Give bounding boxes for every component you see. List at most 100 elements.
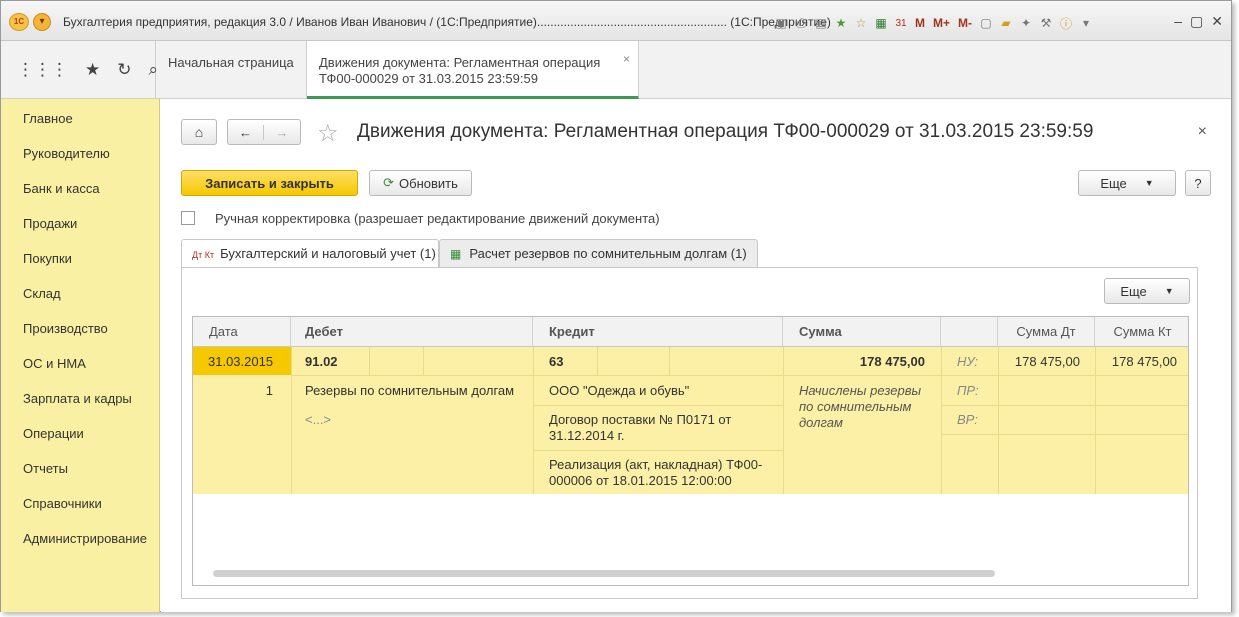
page-title: Движения документа: Регламентная операци…	[357, 121, 1094, 142]
table-header: Дата Дебет Кредит Сумма Сумма Дт Сумма К…	[193, 317, 1188, 347]
manual-correction-label: Ручная корректировка (разрешает редактир…	[215, 211, 660, 226]
folder-icon[interactable]: ▰	[998, 15, 1014, 31]
tab-accounting-tax-label: Бухгалтерский и налоговый учет (1)	[220, 246, 436, 261]
row-line-number: 1	[265, 383, 273, 398]
row-divider	[941, 434, 1188, 435]
tab-doubtful-debts-label: Расчет резервов по сомнительным долгам (…	[469, 246, 747, 261]
more-label: Еще	[1100, 175, 1127, 191]
history-icon[interactable]: ↻	[117, 60, 131, 80]
application-window: 1С ▾ Бухгалтерия предприятия, редакция 3…	[0, 0, 1232, 612]
sidebar-item-purchases[interactable]: Покупки	[23, 251, 72, 266]
tab-home[interactable]: Начальная страница	[156, 41, 307, 99]
col-divider	[533, 347, 534, 494]
sidebar-item-main[interactable]: Главное	[23, 111, 73, 126]
forward-arrow-icon[interactable]: →	[264, 125, 300, 140]
col-divider	[423, 347, 424, 375]
sidebar-item-warehouse[interactable]: Склад	[23, 286, 61, 301]
maximize-icon[interactable]: ▢	[1190, 13, 1203, 30]
document-form: ⌂ ← → ☆ Движения документа: Регламентная…	[161, 99, 1231, 612]
tab-accounting-tax[interactable]: Дт Кт Бухгалтерский и налоговый учет (1)	[181, 239, 439, 268]
sidebar-item-payroll[interactable]: Зарплата и кадры	[23, 391, 132, 406]
header-sum-kt[interactable]: Сумма Кт	[1095, 317, 1188, 347]
memory-button[interactable]: M	[913, 15, 927, 31]
credit-account: 63	[549, 354, 564, 369]
minimize-icon[interactable]: –	[1174, 13, 1182, 30]
nav-buttons: ← →	[227, 119, 301, 145]
header-blank	[941, 317, 998, 347]
tools-icon[interactable]: ⚒	[1038, 15, 1054, 31]
credit-subconto-2: Договор поставки № П0171 от 31.12.2014 г…	[549, 412, 732, 443]
manual-correction-checkbox[interactable]	[181, 211, 195, 225]
movements-table[interactable]: Дата Дебет Кредит Сумма Сумма Дт Сумма К…	[192, 316, 1189, 586]
home-button[interactable]: ⌂	[181, 119, 217, 145]
calculator-icon[interactable]: ▦	[873, 15, 889, 31]
window-controls: – ▢ ✕	[1174, 13, 1223, 30]
memory-minus-button[interactable]: M-	[956, 15, 974, 31]
sidebar-item-directories[interactable]: Справочники	[23, 496, 102, 511]
row-date: 31.03.2015	[208, 354, 274, 369]
sum-dt: 178 475,00	[1014, 354, 1080, 369]
save-and-close-button[interactable]: Записать и закрыть	[181, 170, 358, 196]
sidebar-item-production[interactable]: Производство	[23, 321, 108, 336]
favorites-icon[interactable]: ☆	[853, 15, 869, 31]
sidebar-item-reports[interactable]: Отчеты	[23, 461, 68, 476]
header-sum[interactable]: Сумма	[783, 317, 941, 347]
header-date[interactable]: Дата	[193, 317, 291, 347]
more-button[interactable]: Еще ▼	[1078, 170, 1176, 196]
close-window-icon[interactable]: ✕	[1211, 13, 1223, 30]
row-divider	[291, 375, 1188, 376]
header-credit[interactable]: Кредит	[533, 317, 783, 347]
back-icon[interactable]: ✦	[1018, 15, 1034, 31]
calendar-icon[interactable]: 31	[893, 15, 909, 31]
print-icon[interactable]: ⎙	[793, 15, 809, 31]
header-debit[interactable]: Дебет	[291, 317, 533, 347]
help-button[interactable]: ?	[1185, 170, 1211, 196]
memory-plus-button[interactable]: M+	[931, 15, 952, 31]
favorites-star-icon[interactable]: ★	[85, 60, 100, 80]
favorite-star-icon[interactable]: ☆	[317, 119, 339, 148]
sidebar-item-fixed-assets[interactable]: ОС и НМА	[23, 356, 86, 371]
app-logo-icon[interactable]: 1С	[9, 13, 29, 31]
section-panel: ⋮⋮⋮ ★ ↻ ⌕ Начальная страница Движения до…	[1, 41, 1231, 99]
info-icon[interactable]: ⓘ	[1058, 15, 1074, 31]
grid-more-label: Еще	[1120, 283, 1147, 299]
tab-home-label: Начальная страница	[168, 55, 294, 70]
table-icon: ▦	[450, 247, 462, 261]
horizontal-scrollbar[interactable]	[213, 570, 995, 577]
row-sum: 178 475,00	[859, 354, 925, 369]
credit-subconto-1: ООО "Одежда и обувь"	[549, 383, 690, 398]
refresh-button[interactable]: ⟳ Обновить	[369, 170, 472, 196]
add-favorite-icon[interactable]: ★	[833, 15, 849, 31]
debit-account: 91.02	[305, 354, 338, 369]
grid-more-button[interactable]: Еще ▼	[1104, 278, 1190, 304]
sidebar-item-manager[interactable]: Руководителю	[23, 146, 110, 161]
col-divider	[291, 347, 292, 494]
nu-label: НУ:	[957, 354, 979, 369]
save-icon[interactable]: ▣	[773, 15, 789, 31]
new-window-icon[interactable]: ▢	[978, 15, 994, 31]
operation-content: Начислены резервы по сомнительным долгам	[799, 383, 922, 430]
tab-doc-line2: ТФ00-000029 от 31.03.2015 23:59:59	[319, 71, 538, 86]
home-icon: ⌂	[194, 124, 204, 140]
all-functions-icon[interactable]: ⋮⋮⋮	[17, 60, 68, 80]
preview-icon[interactable]: ▤	[813, 15, 829, 31]
debit-subconto-2: <...>	[305, 412, 332, 427]
row-divider	[941, 405, 1188, 406]
dropdown-icon[interactable]: ▾	[1078, 15, 1094, 31]
sidebar-item-operations[interactable]: Операции	[23, 426, 84, 441]
title-bar: 1С ▾ Бухгалтерия предприятия, редакция 3…	[1, 1, 1231, 41]
header-sum-dt[interactable]: Сумма Дт	[998, 317, 1095, 347]
sidebar-item-bank-cash[interactable]: Банк и касса	[23, 181, 100, 196]
sum-kt: 178 475,00	[1111, 354, 1177, 369]
close-tab-icon[interactable]: ×	[623, 51, 630, 67]
window-title: Бухгалтерия предприятия, редакция 3.0 / …	[63, 15, 831, 29]
back-arrow-icon[interactable]: ←	[228, 124, 264, 140]
tab-panel: Еще ▼ Дата Дебет Кредит Сумма Сумма Дт С…	[181, 267, 1198, 599]
sidebar-item-administration[interactable]: Администрирование	[23, 531, 147, 546]
table-row[interactable]: 31.03.2015 91.02 63 178 475,00 НУ: 178 4…	[193, 347, 1188, 494]
main-menu-icon[interactable]: ▾	[33, 13, 51, 31]
tab-doubtful-debts[interactable]: ▦ Расчет резервов по сомнительным долгам …	[439, 239, 758, 267]
close-form-icon[interactable]: ×	[1198, 123, 1207, 141]
sidebar-item-sales[interactable]: Продажи	[23, 216, 77, 231]
tab-document-movements[interactable]: Движения документа: Регламентная операци…	[307, 41, 639, 99]
